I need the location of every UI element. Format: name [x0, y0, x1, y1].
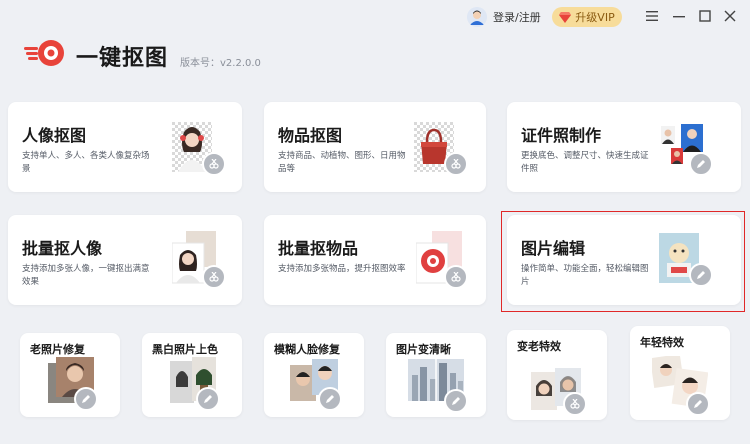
repair-badge-icon [318, 387, 342, 411]
diamond-icon [559, 11, 572, 23]
user-avatar-icon [467, 7, 487, 27]
title-bar: 一键抠图 版本号：v2.2.0.0 登录/注册 升级VIP [0, 0, 750, 90]
card-batch-portrait[interactable]: 批量抠人像 支持添加多张人像，一键抠出满意效果 [8, 215, 242, 305]
card-title: 年轻特效 [640, 336, 684, 349]
card-title: 批量抠人像 [22, 239, 103, 258]
card-old-photo-repair[interactable]: 老照片修复 [20, 333, 120, 417]
card-desc: 支持添加多张物品，提升抠图效率 [278, 264, 406, 274]
card-title: 批量抠物品 [278, 239, 359, 258]
card-youth-effect[interactable]: 年轻特效 [630, 326, 730, 420]
close-icon[interactable] [722, 8, 738, 24]
card-sharpen-image[interactable]: 图片变清晰 [386, 333, 486, 417]
card-desc: 支持商品、动植物、图形、日用物品等 [278, 151, 406, 174]
app-title: 一键抠图 [76, 46, 169, 71]
minimize-icon[interactable] [671, 8, 687, 24]
aging-badge-icon [563, 392, 587, 416]
card-id-photo[interactable]: 证件照制作 更换底色、调整尺寸、快速生成证件照 [507, 102, 741, 192]
cutout-badge-icon [444, 152, 468, 176]
app-version: 版本号：v2.2.0.0 [180, 58, 261, 69]
card-title: 变老特效 [517, 340, 561, 353]
maximize-icon[interactable] [697, 8, 713, 24]
card-blur-face-repair[interactable]: 模糊人脸修复 [264, 333, 364, 417]
card-desc: 更换底色、调整尺寸、快速生成证件照 [521, 151, 649, 174]
repair-badge-icon [74, 387, 98, 411]
card-portrait-cutout[interactable]: 人像抠图 支持单人、多人、各类人像复杂场景 [8, 102, 242, 192]
card-bw-colorize[interactable]: 黑白照片上色 [142, 333, 242, 417]
card-object-cutout[interactable]: 物品抠图 支持商品、动植物、图形、日用物品等 [264, 102, 486, 192]
card-aging-effect[interactable]: 变老特效 [507, 330, 607, 420]
edit-badge-icon [689, 152, 713, 176]
card-title: 老照片修复 [30, 343, 85, 356]
sharpen-badge-icon [444, 389, 468, 413]
upgrade-vip-label: 升级VIP [575, 11, 615, 24]
card-batch-object[interactable]: 批量抠物品 支持添加多张物品，提升抠图效率 [264, 215, 486, 305]
card-title: 证件照制作 [521, 126, 602, 145]
cutout-badge-icon [202, 152, 226, 176]
colorize-badge-icon [196, 387, 220, 411]
cutout-badge-icon [202, 265, 226, 289]
card-title: 人像抠图 [22, 126, 87, 145]
card-desc: 操作简单、功能全面，轻松编辑图片 [521, 264, 649, 287]
card-title: 模糊人脸修复 [274, 343, 340, 356]
card-image-edit[interactable]: 图片编辑 操作简单、功能全面，轻松编辑图片 [507, 215, 741, 305]
menu-icon[interactable] [644, 8, 660, 24]
card-desc: 支持单人、多人、各类人像复杂场景 [22, 151, 150, 174]
youth-badge-icon [686, 392, 710, 416]
upgrade-vip-button[interactable]: 升级VIP [552, 7, 622, 27]
card-title: 黑白照片上色 [152, 343, 218, 356]
card-title: 图片编辑 [521, 239, 586, 258]
edit-badge-icon [689, 263, 713, 287]
cutout-badge-icon [444, 265, 468, 289]
login-register-button[interactable]: 登录/注册 [467, 7, 541, 27]
card-title: 图片变清晰 [396, 343, 451, 356]
card-title: 物品抠图 [278, 126, 343, 145]
card-desc: 支持添加多张人像，一键抠出满意效果 [22, 264, 150, 287]
login-register-label: 登录/注册 [493, 11, 541, 24]
app-logo-icon [24, 40, 64, 66]
